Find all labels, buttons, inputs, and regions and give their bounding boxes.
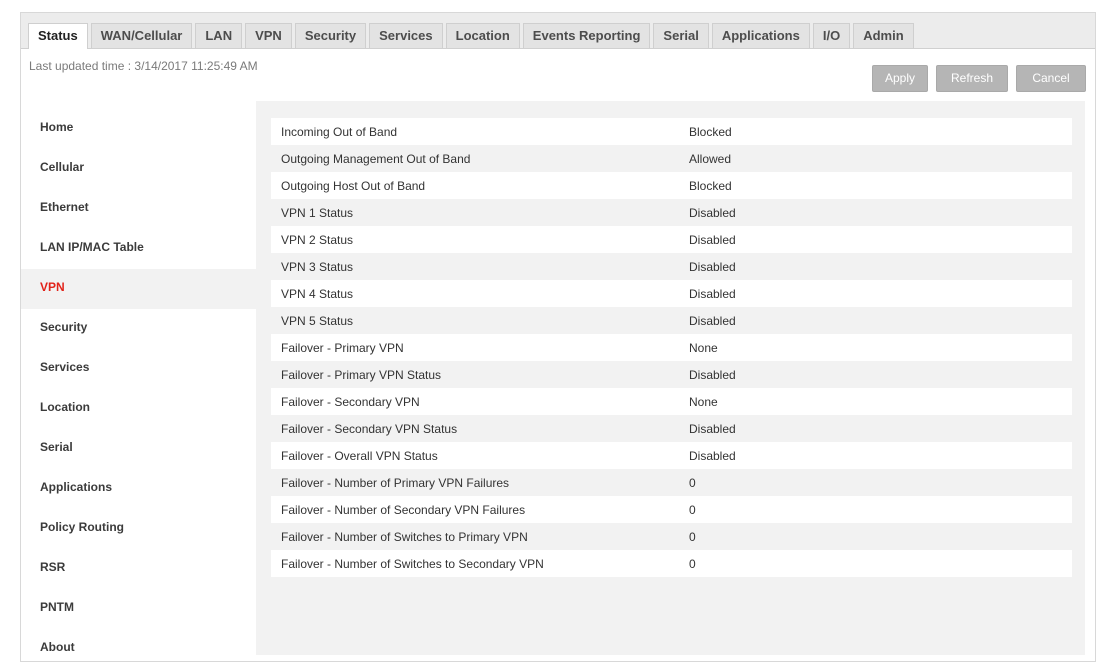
- table-row: Failover - Number of Secondary VPN Failu…: [271, 496, 1072, 523]
- row-value: None: [679, 388, 1072, 415]
- table-row: VPN 1 Status Disabled: [271, 199, 1072, 226]
- sidebar-item-applications[interactable]: Applications: [21, 469, 256, 509]
- row-label: Failover - Number of Secondary VPN Failu…: [271, 496, 679, 523]
- tab-location[interactable]: Location: [445, 23, 520, 48]
- row-value: Disabled: [679, 361, 1072, 388]
- row-value: Blocked: [679, 172, 1072, 199]
- row-label: Failover - Secondary VPN Status: [271, 415, 679, 442]
- table-row: Outgoing Host Out of Band Blocked: [271, 172, 1072, 199]
- tab-admin[interactable]: Admin: [853, 23, 914, 48]
- tab-list: Status WAN/Cellular LAN VPN Security Ser…: [28, 23, 917, 49]
- row-label: VPN 5 Status: [271, 307, 679, 334]
- row-value: Disabled: [679, 415, 1072, 442]
- table-row: VPN 3 Status Disabled: [271, 253, 1072, 280]
- row-label: Failover - Secondary VPN: [271, 388, 679, 415]
- row-value: Allowed: [679, 145, 1072, 172]
- sidebar-item-location[interactable]: Location: [21, 389, 256, 429]
- vpn-status-panel: Incoming Out of Band Blocked Outgoing Man…: [256, 101, 1085, 655]
- tab-status[interactable]: Status: [28, 23, 88, 49]
- row-value: 0: [679, 469, 1072, 496]
- tab-lan[interactable]: LAN: [195, 23, 243, 48]
- table-row: Failover - Overall VPN Status Disabled: [271, 442, 1072, 469]
- row-value: Blocked: [679, 118, 1072, 145]
- sidebar-item-lan-ip-mac-table[interactable]: LAN IP/MAC Table: [21, 229, 256, 269]
- tab-services[interactable]: Services: [369, 23, 443, 48]
- sidebar-item-serial[interactable]: Serial: [21, 429, 256, 469]
- sidebar-item-rsr[interactable]: RSR: [21, 549, 256, 589]
- table-row: Failover - Primary VPN Status Disabled: [271, 361, 1072, 388]
- table-row: Outgoing Management Out of Band Allowed: [271, 145, 1072, 172]
- last-updated-time: Last updated time : 3/14/2017 11:25:49 A…: [29, 59, 258, 73]
- row-label: VPN 4 Status: [271, 280, 679, 307]
- row-value: 0: [679, 523, 1072, 550]
- row-label: Failover - Overall VPN Status: [271, 442, 679, 469]
- row-value: Disabled: [679, 199, 1072, 226]
- cancel-button[interactable]: Cancel: [1016, 65, 1086, 92]
- sidebar-item-cellular[interactable]: Cellular: [21, 149, 256, 189]
- row-label: Outgoing Host Out of Band: [271, 172, 679, 199]
- row-label: Outgoing Management Out of Band: [271, 145, 679, 172]
- tab-bar: Status WAN/Cellular LAN VPN Security Ser…: [21, 13, 1095, 49]
- table-row: Failover - Secondary VPN Status Disabled: [271, 415, 1072, 442]
- row-value: Disabled: [679, 226, 1072, 253]
- vpn-status-table: Incoming Out of Band Blocked Outgoing Man…: [271, 118, 1072, 577]
- sidebar-nav: Home Cellular Ethernet LAN IP/MAC Table …: [21, 109, 256, 669]
- row-value: None: [679, 334, 1072, 361]
- tab-serial[interactable]: Serial: [653, 23, 709, 48]
- table-row: VPN 4 Status Disabled: [271, 280, 1072, 307]
- row-value: Disabled: [679, 442, 1072, 469]
- row-value: Disabled: [679, 253, 1072, 280]
- table-row: Failover - Number of Primary VPN Failure…: [271, 469, 1072, 496]
- tab-events-reporting[interactable]: Events Reporting: [522, 23, 651, 48]
- row-label: Failover - Primary VPN: [271, 334, 679, 361]
- row-label: Failover - Number of Switches to Seconda…: [271, 550, 679, 577]
- tab-security[interactable]: Security: [294, 23, 367, 48]
- sidebar-item-home[interactable]: Home: [21, 109, 256, 149]
- sidebar-item-ethernet[interactable]: Ethernet: [21, 189, 256, 229]
- sidebar-item-vpn[interactable]: VPN: [21, 269, 256, 309]
- row-value: Disabled: [679, 280, 1072, 307]
- sidebar-item-security[interactable]: Security: [21, 309, 256, 349]
- table-row: Failover - Primary VPN None: [271, 334, 1072, 361]
- table-row: VPN 2 Status Disabled: [271, 226, 1072, 253]
- table-row: VPN 5 Status Disabled: [271, 307, 1072, 334]
- tab-vpn[interactable]: VPN: [245, 23, 292, 48]
- table-row: Incoming Out of Band Blocked: [271, 118, 1072, 145]
- row-label: Failover - Primary VPN Status: [271, 361, 679, 388]
- row-label: Failover - Number of Switches to Primary…: [271, 523, 679, 550]
- row-label: VPN 2 Status: [271, 226, 679, 253]
- table-row: Failover - Secondary VPN None: [271, 388, 1072, 415]
- table-row: Failover - Number of Switches to Primary…: [271, 523, 1072, 550]
- row-value: 0: [679, 496, 1072, 523]
- sidebar-item-services[interactable]: Services: [21, 349, 256, 389]
- row-value: Disabled: [679, 307, 1072, 334]
- tab-wan-cellular[interactable]: WAN/Cellular: [90, 23, 193, 48]
- app-window: Status WAN/Cellular LAN VPN Security Ser…: [20, 12, 1096, 662]
- tab-applications[interactable]: Applications: [711, 23, 810, 48]
- sidebar-item-pntm[interactable]: PNTM: [21, 589, 256, 629]
- sidebar-item-policy-routing[interactable]: Policy Routing: [21, 509, 256, 549]
- refresh-button[interactable]: Refresh: [936, 65, 1008, 92]
- tab-io[interactable]: I/O: [812, 23, 851, 48]
- sidebar-item-about[interactable]: About: [21, 629, 256, 669]
- row-value: 0: [679, 550, 1072, 577]
- apply-button[interactable]: Apply: [872, 65, 928, 92]
- row-label: VPN 3 Status: [271, 253, 679, 280]
- row-label: VPN 1 Status: [271, 199, 679, 226]
- row-label: Failover - Number of Primary VPN Failure…: [271, 469, 679, 496]
- row-label: Incoming Out of Band: [271, 118, 679, 145]
- table-row: Failover - Number of Switches to Seconda…: [271, 550, 1072, 577]
